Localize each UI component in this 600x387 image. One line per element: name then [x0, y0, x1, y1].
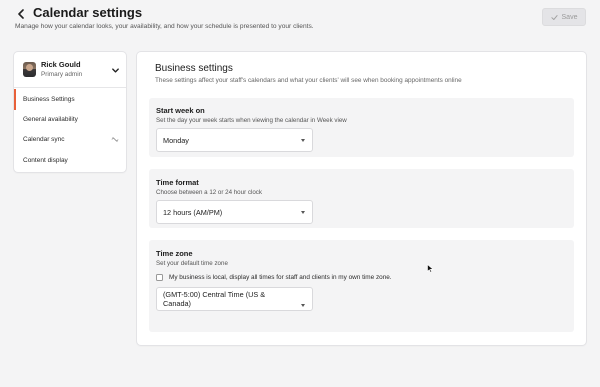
sidebar-item-label: Calendar sync — [23, 136, 65, 143]
time-zone-title: Time zone — [156, 249, 193, 258]
user-account-switcher[interactable]: Rick Gould Primary admin — [14, 52, 126, 88]
caret-down-icon — [301, 304, 305, 307]
time-zone-section: Time zone Set your default time zone My … — [149, 240, 574, 332]
back-button[interactable] — [14, 7, 28, 21]
time-format-title: Time format — [156, 178, 199, 187]
save-button[interactable]: Save — [542, 8, 586, 26]
start-week-title: Start week on — [156, 106, 205, 115]
user-name: Rick Gould — [41, 60, 81, 69]
business-settings-card: Business settings These settings affect … — [137, 52, 586, 345]
time-format-section: Time format Choose between a 12 or 24 ho… — [149, 169, 574, 228]
sidebar-item-business-settings[interactable]: Business Settings — [14, 89, 126, 110]
sidebar-item-general-availability[interactable]: General availability — [14, 109, 126, 130]
sidebar-item-calendar-sync[interactable]: Calendar sync — [14, 129, 126, 150]
sync-status-icon — [111, 136, 119, 143]
local-time-checkbox-label: My business is local, display all times … — [169, 274, 392, 281]
section-heading: Business settings — [155, 63, 233, 74]
time-zone-value-line2: Canada) — [163, 299, 191, 308]
sidebar-item-label: Content display — [23, 157, 68, 164]
time-format-select[interactable]: 12 hours (AM/PM) — [156, 200, 313, 224]
local-time-checkbox-row[interactable]: My business is local, display all times … — [156, 274, 392, 281]
local-time-checkbox[interactable] — [156, 274, 163, 281]
time-zone-value: (GMT-5:00) Central Time (US & Canada) — [163, 290, 265, 308]
caret-down-icon — [301, 210, 305, 214]
time-zone-value-line1: (GMT-5:00) Central Time (US & — [163, 290, 266, 299]
mouse-cursor-icon — [427, 264, 434, 273]
sidebar-item-label: General availability — [23, 116, 78, 123]
time-format-description: Choose between a 12 or 24 hour clock — [156, 189, 262, 196]
page-title: Calendar settings — [33, 5, 143, 20]
sidebar-item-content-display[interactable]: Content display — [14, 150, 126, 171]
save-button-label: Save — [561, 13, 578, 21]
time-zone-description: Set your default time zone — [156, 260, 228, 267]
settings-sidebar: Rick Gould Primary admin Business Settin… — [14, 52, 126, 172]
avatar — [23, 62, 36, 77]
page-subtitle: Manage how your calendar looks, your ava… — [15, 23, 314, 30]
sidebar-item-label: Business Settings — [23, 96, 75, 103]
top-bar: Calendar settings Manage how your calend… — [0, 0, 600, 44]
start-week-value: Monday — [163, 135, 189, 145]
time-zone-select[interactable]: (GMT-5:00) Central Time (US & Canada) — [156, 287, 313, 311]
chevron-down-icon — [112, 68, 119, 73]
check-icon — [550, 14, 558, 20]
section-description: These settings affect your staff's calen… — [155, 77, 462, 84]
chevron-left-icon — [18, 9, 24, 19]
caret-down-icon — [301, 138, 305, 142]
time-format-value: 12 hours (AM/PM) — [163, 207, 223, 217]
start-week-section: Start week on Set the day your week star… — [149, 98, 574, 157]
user-role: Primary admin — [41, 71, 83, 78]
start-week-description: Set the day your week starts when viewin… — [156, 117, 347, 124]
start-week-select[interactable]: Monday — [156, 128, 313, 152]
